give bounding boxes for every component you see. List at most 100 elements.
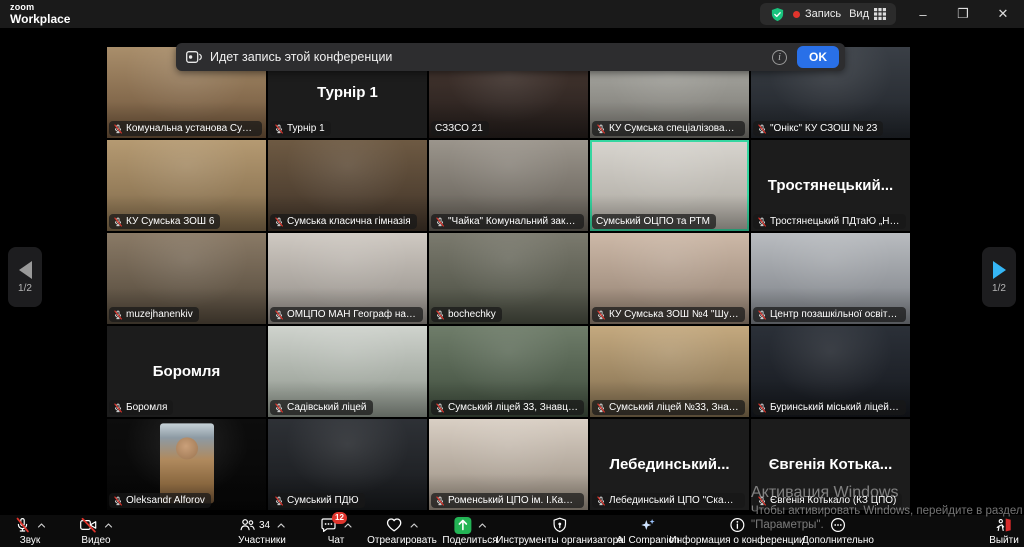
video-tile[interactable]: Лебединський... Лебединський ЦПО "Скарби… <box>590 419 749 510</box>
title-bar: zoom Workplace Запись Вид <box>0 0 1024 28</box>
video-button[interactable]: Видео <box>80 516 113 546</box>
participant-name-label: bochechky <box>431 307 502 322</box>
share-icon <box>454 517 471 534</box>
meeting-status-pill: Запись Вид <box>760 3 896 25</box>
share-button[interactable]: Поделиться <box>442 516 497 546</box>
logo-line1: zoom <box>10 3 70 12</box>
participant-name-label: "Онікс" КУ СЗОШ № 23 <box>753 121 883 136</box>
video-tile[interactable]: Роменський ЦПО ім. І.Кавалерідзе <box>429 419 588 510</box>
chat-button[interactable]: 12 Чат <box>320 516 352 546</box>
participant-name-label: Турнір 1 <box>270 121 331 136</box>
mic-off-icon <box>596 310 606 320</box>
audio-button[interactable]: Звук <box>15 516 46 546</box>
chevron-up-icon <box>410 523 418 528</box>
video-tile[interactable]: Сумська класична гімназія <box>268 140 427 231</box>
people-icon <box>239 517 256 533</box>
chevron-right-icon <box>993 261 1006 279</box>
video-grid: Комунальна установа Сумська зага...Турні… <box>107 47 910 510</box>
participant-name-label: Євгенія Котькало (КЗ ЦПО) <box>753 493 902 508</box>
participant-name-label: Сумський ПДЮ <box>270 493 365 508</box>
video-tile[interactable]: КУ Сумська ЗОШ 6 <box>107 140 266 231</box>
view-button[interactable]: Вид <box>849 8 886 20</box>
recording-banner: Идет запись этой конференции i OK <box>176 43 845 71</box>
participants-button[interactable]: 34 Участники <box>238 516 286 546</box>
video-tile[interactable]: Тростянецький... Тростянецький ПДтаЮ „Но… <box>751 140 910 231</box>
info-icon <box>729 517 745 533</box>
shield-icon <box>553 517 568 533</box>
video-tile[interactable]: Євгенія Котька... Євгенія Котькало (КЗ Ц… <box>751 419 910 510</box>
video-tile[interactable]: КУ Сумська ЗОШ №4 "Шукачі Скар... <box>590 233 749 324</box>
caret[interactable] <box>410 523 418 528</box>
video-tile[interactable]: muzejhanenkiv <box>107 233 266 324</box>
next-page-button[interactable]: 1/2 <box>982 247 1016 307</box>
video-tile[interactable]: bochechky <box>429 233 588 324</box>
caret[interactable] <box>344 523 352 528</box>
recording-dot-icon <box>793 11 800 18</box>
video-tile[interactable]: "Чайка" Комунальний заклад позаш... <box>429 140 588 231</box>
video-tile[interactable]: Сумський ліцей №33, Знавці краєз... <box>590 326 749 417</box>
video-tile[interactable]: Центр позашкільної освіти Кролеве... <box>751 233 910 324</box>
participant-name-label: muzejhanenkiv <box>109 307 199 322</box>
participant-name-label: Садівський ліцей <box>270 400 373 415</box>
mic-off-icon <box>113 403 123 413</box>
mic-off-icon <box>274 124 284 134</box>
mic-off-icon <box>274 217 284 227</box>
participant-name-label: Сумський ОЦПО та РТМ <box>592 214 716 229</box>
ok-button[interactable]: OK <box>797 46 839 68</box>
video-tile[interactable]: Садівський ліцей <box>268 326 427 417</box>
recording-indicator[interactable]: Запись <box>793 8 841 20</box>
mic-off-icon <box>757 310 767 320</box>
participant-name-label: Сумський ліцей 33, Знавці краєзнав... <box>431 400 584 415</box>
page-indicator: 1/2 <box>992 283 1006 294</box>
mic-off-icon <box>274 496 284 506</box>
video-tile[interactable]: Сумський ліцей 33, Знавці краєзнав... <box>429 326 588 417</box>
leave-button[interactable]: Выйти <box>989 516 1019 546</box>
chevron-up-icon <box>38 523 46 528</box>
mic-off-icon <box>596 496 606 506</box>
react-button[interactable]: Отреагировать <box>367 516 437 546</box>
caret[interactable] <box>105 523 113 528</box>
video-tile[interactable]: Сумський ОЦПО та РТМ <box>590 140 749 231</box>
previous-page-button[interactable]: 1/2 <box>8 247 42 307</box>
security-shield-icon[interactable] <box>770 7 785 22</box>
chat-badge: 12 <box>332 512 347 524</box>
mic-off-icon <box>757 496 767 506</box>
close-button[interactable]: ✕ <box>990 6 1016 22</box>
mic-off-icon <box>113 124 123 134</box>
video-tile[interactable]: Сумський ПДЮ <box>268 419 427 510</box>
mic-off-icon <box>757 124 767 134</box>
caret[interactable] <box>38 523 46 528</box>
chevron-left-icon <box>19 261 32 279</box>
sparkle-icon <box>640 517 657 533</box>
mic-off-icon <box>113 496 123 506</box>
participant-name-label: Сумська класична гімназія <box>270 214 417 229</box>
participant-name-label: "Чайка" Комунальний заклад позаш... <box>431 214 584 229</box>
chevron-up-icon <box>277 523 285 528</box>
more-button[interactable]: Дополнительно <box>802 516 874 546</box>
video-tile[interactable]: Oleksandr Alforov <box>107 419 266 510</box>
info-button[interactable]: Информация о конференции <box>669 516 804 546</box>
recording-banner-text: Идет запись этой конференции <box>210 50 772 64</box>
mic-off-icon <box>757 217 767 227</box>
caret[interactable] <box>277 523 285 528</box>
video-tile[interactable]: ОМЦПО МАН Географ науковець <box>268 233 427 324</box>
mic-off-icon <box>596 124 606 134</box>
mic-off-icon <box>596 403 606 413</box>
chevron-up-icon <box>344 523 352 528</box>
caret[interactable] <box>478 523 486 528</box>
chevron-up-icon <box>478 523 486 528</box>
participant-name-label: Сумський ліцей №33, Знавці краєз... <box>592 400 745 415</box>
restore-button[interactable]: ❐ <box>950 6 976 22</box>
mic-off-icon <box>274 403 284 413</box>
info-icon[interactable]: i <box>772 50 787 65</box>
page-indicator: 1/2 <box>18 283 32 294</box>
participant-name-label: Буринський міський ліцей №2 імені... <box>753 400 906 415</box>
participant-name-label: Тростянецький ПДтаЮ „Нова Форт... <box>753 214 906 229</box>
participant-name-label: Лебединський ЦПО "Скарби нації" <box>592 493 745 508</box>
video-tile[interactable]: Буринський міський ліцей №2 імені... <box>751 326 910 417</box>
minimize-button[interactable]: – <box>910 7 936 22</box>
mic-off-icon <box>757 403 767 413</box>
host-tools-button[interactable]: Инструменты организатора <box>496 516 623 546</box>
cam-off-icon <box>80 517 98 533</box>
video-tile[interactable]: Боромля Боромля <box>107 326 266 417</box>
